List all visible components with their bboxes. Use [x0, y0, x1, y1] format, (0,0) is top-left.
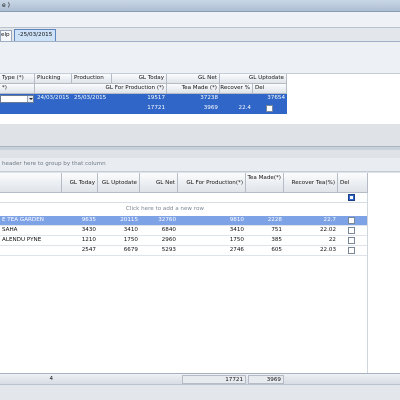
top-grid: Type (*) Plucking Production GL Today GL… [0, 74, 400, 124]
footer-tea-made: 3969 [248, 375, 284, 384]
col-header-del[interactable]: Del [253, 84, 287, 94]
recover-value[interactable]: 22.4 [220, 104, 253, 113]
col-header-type-sub[interactable]: *) [0, 84, 35, 94]
production-date[interactable]: 25/03/2015 [72, 94, 112, 103]
gl-net-value[interactable]: 37238 [167, 94, 220, 103]
col-header-production[interactable]: Production [72, 74, 112, 84]
type-dropdown[interactable] [0, 95, 34, 103]
col-header-tea-made[interactable]: Tea Made (*) [167, 84, 220, 94]
gl-for-production-value[interactable]: 17721 [35, 104, 167, 113]
col-header-recover-b[interactable]: Recover Tea(%) [284, 173, 338, 193]
col-header-recover[interactable]: Recover % [220, 84, 253, 94]
col-header-gl-net[interactable]: GL Net [167, 74, 220, 84]
tab-date[interactable]: -25/03/2015 [14, 29, 56, 41]
col-header-name[interactable] [0, 173, 62, 193]
chevron-down-icon[interactable] [27, 96, 33, 102]
tab-help[interactable]: elp [0, 30, 12, 41]
col-header-gl-uptodate-b[interactable]: GL Uptodate [98, 173, 140, 193]
grid-lines [0, 193, 368, 373]
col-header-gl-uptodate[interactable]: GL Uptodate [220, 74, 287, 84]
col-header-gl-for-production-b[interactable]: GL For Production(*) [178, 173, 246, 193]
group-by-hint: header here to group by that column [2, 161, 106, 167]
window-title: e ) [2, 2, 10, 9]
summary-footer: 4 17721 3969 [0, 373, 400, 384]
col-header-tea-made-b[interactable]: Tea Made(*) [246, 173, 284, 193]
splitter[interactable] [0, 146, 400, 150]
footer-gl-for-production: 17721 [182, 375, 246, 384]
group-by-panel[interactable]: header here to group by that column [0, 158, 400, 172]
tab-help-label: elp [1, 32, 10, 38]
tea-made-value[interactable]: 3969 [167, 104, 220, 113]
tab-strip: elp -25/03/2015 [0, 28, 400, 42]
top-row-2[interactable]: 17721 3969 22.4 [0, 104, 287, 114]
top-panel [0, 42, 400, 74]
col-header-del-b[interactable]: Del [338, 173, 368, 193]
gl-today-value[interactable]: 19517 [112, 94, 167, 103]
col-header-gl-today-b[interactable]: GL Today [62, 173, 98, 193]
col-header-gl-for-production[interactable]: GL For Production (*) [35, 84, 167, 94]
col-header-tea-made-b-label: Tea Made(*) [247, 175, 281, 181]
col-header-type[interactable]: Type (*) [0, 74, 35, 84]
menu-strip [0, 12, 400, 28]
title-bar: e ) [0, 0, 400, 12]
col-header-plucking[interactable]: Plucking [35, 74, 72, 84]
top-row-1[interactable]: 24/03/2015 25/03/2015 19517 37238 37654 [0, 94, 287, 104]
col-header-gl-net-b[interactable]: GL Net [140, 173, 178, 193]
bottom-grid: GL Today GL Uptodate GL Net GL For Produ… [0, 173, 400, 373]
del-checkbox[interactable] [266, 105, 273, 112]
footer-count: 4 [49, 376, 53, 382]
status-bar [0, 384, 400, 400]
plucking-date[interactable]: 24/03/2015 [35, 94, 72, 103]
col-header-gl-today[interactable]: GL Today [112, 74, 167, 84]
gl-uptodate-value[interactable]: 37654 [220, 94, 287, 103]
tab-date-label: -25/03/2015 [18, 32, 53, 38]
